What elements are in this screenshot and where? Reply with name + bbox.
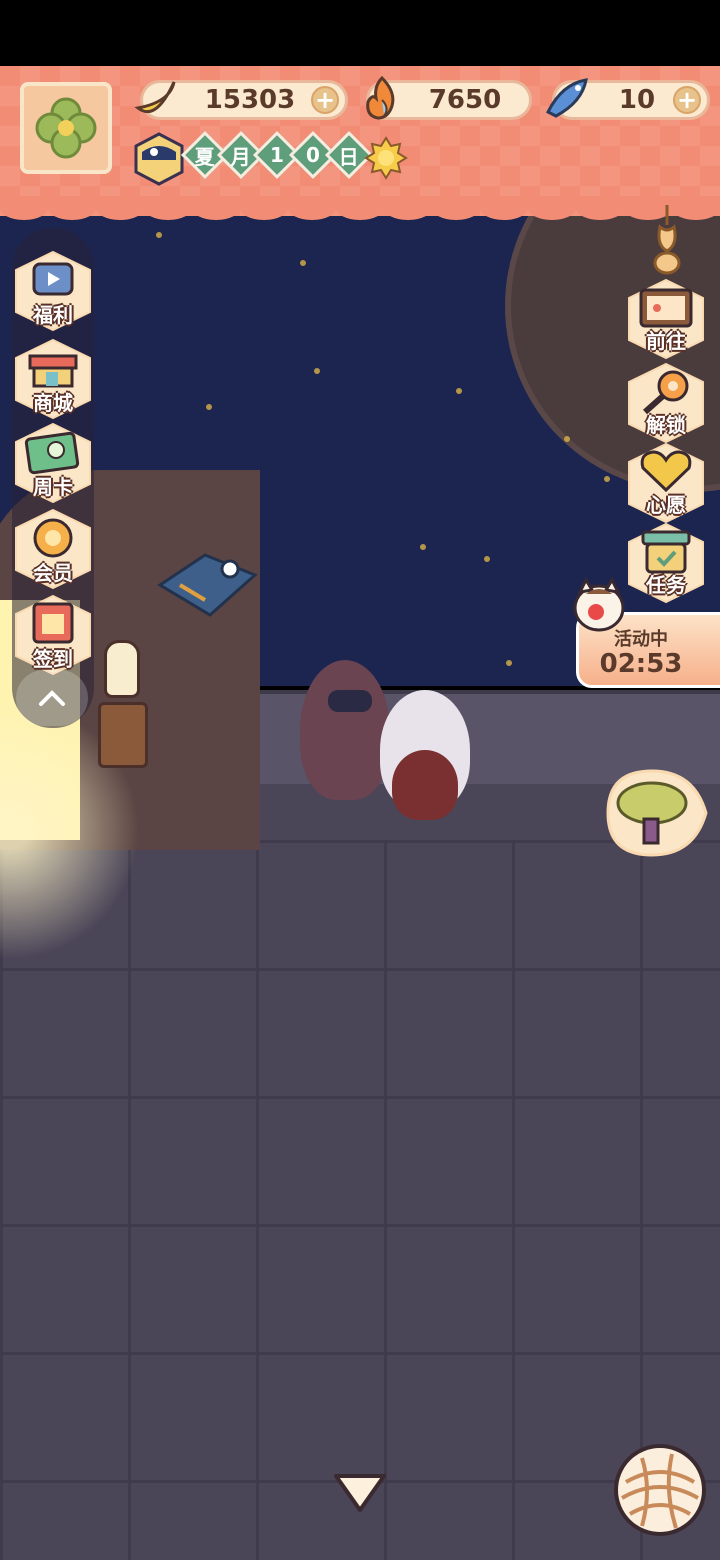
oil-lamp — [98, 640, 148, 770]
event-timer: 02:53 — [599, 649, 683, 679]
chevron-up-icon — [39, 690, 65, 706]
game-screen: 15303 + 7650 10 + 夏 月 1 0 日 福利 商城 周卡 会员 … — [0, 0, 720, 1560]
kite[interactable] — [150, 545, 260, 625]
star — [564, 436, 570, 442]
wish-label: 心愿 — [646, 493, 686, 517]
unlock-button[interactable]: 解锁 — [625, 362, 707, 444]
add-banana-button[interactable]: + — [311, 86, 339, 114]
sunglasses — [328, 690, 372, 712]
calendar-date: 夏 月 1 0 日 — [180, 130, 374, 180]
star — [506, 660, 512, 666]
add-fish-button[interactable]: + — [673, 86, 701, 114]
banana-icon — [134, 81, 176, 114]
check-in-label: 签到 — [33, 647, 73, 671]
star — [156, 232, 162, 238]
collapse-menu-button[interactable] — [16, 670, 88, 726]
hanging-rope — [653, 205, 681, 275]
player-avatar[interactable] — [20, 82, 112, 174]
flame-value: 7650 — [428, 85, 502, 115]
star — [206, 404, 212, 410]
banana-value: 15303 — [204, 85, 296, 115]
check-in-button[interactable]: 签到 — [12, 594, 94, 676]
welfare-button[interactable]: 福利 — [12, 250, 94, 332]
star — [484, 556, 490, 562]
expand-down-button[interactable] — [332, 1470, 388, 1516]
membership-label: 会员 — [33, 561, 73, 585]
star — [456, 388, 462, 394]
go-to-button[interactable]: 前往 — [625, 278, 707, 360]
tree-bubble-button[interactable] — [598, 765, 710, 861]
star — [314, 368, 320, 374]
shop-label: 商城 — [33, 391, 73, 415]
sunny-weather-icon[interactable] — [364, 136, 408, 180]
star — [300, 260, 306, 266]
season-moon-icon[interactable] — [132, 132, 186, 186]
star — [420, 544, 426, 550]
fish-icon — [545, 78, 588, 118]
hud-scallop-edge — [0, 196, 720, 220]
shop-button[interactable]: 商城 — [12, 338, 94, 420]
clover-icon — [35, 97, 97, 159]
tasks-label: 任务 — [646, 573, 686, 597]
star — [604, 476, 610, 482]
unlock-label: 解锁 — [646, 413, 686, 437]
character-outfit — [392, 750, 458, 820]
membership-button[interactable]: 会员 — [12, 508, 94, 590]
yarn-ball-button[interactable] — [612, 1442, 708, 1538]
go-to-label: 前往 — [646, 329, 686, 353]
weekly-card-button[interactable]: 周卡 — [12, 422, 94, 504]
wish-button[interactable]: 心愿 — [625, 442, 707, 524]
welfare-label: 福利 — [33, 303, 73, 327]
flame-icon — [366, 75, 395, 120]
character-cat[interactable] — [300, 660, 390, 800]
cat-mascot-icon — [573, 576, 625, 632]
tasks-button[interactable]: 任务 — [625, 522, 707, 604]
weekly-card-label: 周卡 — [33, 475, 73, 499]
fish-value: 10 — [618, 85, 656, 115]
